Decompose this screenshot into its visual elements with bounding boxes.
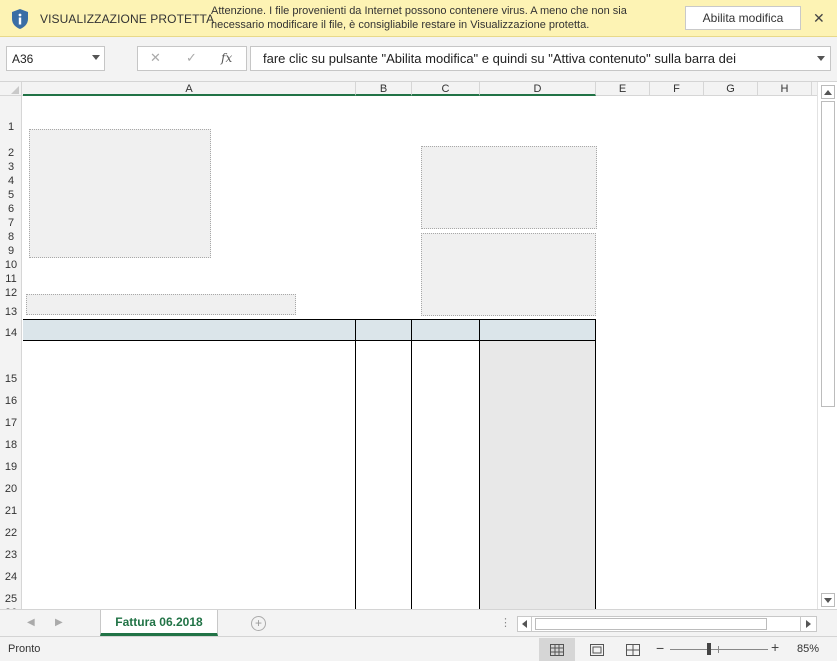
chevron-down-icon[interactable]	[92, 55, 100, 60]
invoice-info-placeholder[interactable]	[26, 294, 296, 315]
column-header-a[interactable]: A	[23, 82, 356, 96]
zoom-in-icon[interactable]: +	[771, 639, 779, 655]
column-header-h[interactable]: H	[758, 82, 812, 96]
row-header[interactable]: 12	[0, 287, 22, 299]
row-header[interactable]: 4	[0, 175, 22, 187]
table-divider	[479, 319, 480, 609]
row-header[interactable]: 17	[0, 417, 22, 429]
row-header[interactable]: 19	[0, 461, 22, 473]
column-header-d[interactable]: D	[480, 82, 596, 96]
sheet-tab-active[interactable]: Fattura 06.2018	[100, 610, 218, 636]
protected-view-message: Attenzione. I file provenienti da Intern…	[211, 5, 627, 31]
table-header-band[interactable]	[23, 319, 596, 341]
row-header[interactable]: 7	[0, 217, 22, 229]
insert-function-icon[interactable]: fx	[221, 51, 232, 65]
column-headers: A B C D E F G H	[0, 82, 817, 96]
column-header-f[interactable]: F	[650, 82, 704, 96]
row-header[interactable]: 20	[0, 483, 22, 495]
scroll-up-icon[interactable]	[821, 85, 835, 99]
name-box-value: A36	[12, 52, 34, 66]
horizontal-scrollbar[interactable]	[517, 616, 817, 632]
scroll-right-icon[interactable]	[800, 617, 816, 631]
page-layout-view-icon[interactable]	[579, 638, 615, 661]
previous-sheet-icon[interactable]: ◀	[27, 617, 35, 628]
recipient-box-placeholder[interactable]	[421, 233, 596, 316]
formula-bar: A36 ✕ ✓ fx fare clic su pulsante "Abilit…	[0, 37, 837, 82]
scroll-down-icon[interactable]	[821, 593, 835, 607]
row-header[interactable]: 8	[0, 231, 22, 243]
column-header-b[interactable]: B	[356, 82, 412, 96]
worksheet-grid[interactable]: A B C D E F G H 1 2 3 4 5 6 7 8 9 10 11 …	[0, 82, 817, 609]
row-header[interactable]: 24	[0, 571, 22, 583]
page-break-view-icon[interactable]	[615, 638, 651, 661]
column-header-e[interactable]: E	[596, 82, 650, 96]
formula-text: fare clic su pulsante "Abilita modifica"…	[263, 51, 736, 66]
row-header[interactable]: 11	[0, 273, 22, 285]
row-header[interactable]: 1	[0, 121, 22, 133]
row-headers: 1 2 3 4 5 6 7 8 9 10 11 12 13 14 15 16 1…	[0, 96, 22, 609]
tab-split-handle-icon[interactable]: ⋮	[500, 616, 511, 629]
formula-input[interactable]: fare clic su pulsante "Abilita modifica"…	[250, 46, 831, 71]
row-header[interactable]: 15	[0, 373, 22, 385]
sheet-tab-bar: ◀ ▶ Fattura 06.2018 + ⋮	[0, 609, 837, 636]
horizontal-scroll-thumb[interactable]	[535, 618, 767, 630]
zoom-slider-thumb[interactable]	[707, 643, 711, 655]
row-header[interactable]: 10	[0, 259, 22, 271]
protected-view-bar: VISUALIZZAZIONE PROTETTA Attenzione. I f…	[0, 0, 837, 37]
column-header-c[interactable]: C	[412, 82, 480, 96]
expand-formula-icon[interactable]	[817, 56, 825, 61]
enter-icon[interactable]: ✓	[186, 50, 197, 66]
logo-placeholder[interactable]	[29, 129, 211, 258]
status-text: Pronto	[8, 643, 41, 655]
vertical-scroll-thumb[interactable]	[821, 101, 835, 407]
normal-view-icon[interactable]	[539, 638, 575, 661]
shield-info-icon	[12, 9, 28, 29]
close-icon[interactable]: ✕	[813, 10, 825, 27]
formula-buttons: ✕ ✓ fx	[137, 46, 247, 71]
row-header[interactable]: 13	[0, 306, 22, 318]
cancel-icon[interactable]: ✕	[150, 50, 161, 66]
row-header[interactable]: 22	[0, 527, 22, 539]
enable-editing-button[interactable]: Abilita modifica	[685, 6, 801, 30]
row-header[interactable]: 9	[0, 245, 22, 257]
row-header[interactable]: 6	[0, 203, 22, 215]
status-bar: Pronto − + 85%	[0, 636, 837, 661]
table-divider	[595, 319, 596, 609]
zoom-out-icon[interactable]: −	[656, 640, 664, 656]
vertical-scrollbar[interactable]	[817, 82, 837, 609]
row-header[interactable]: 21	[0, 505, 22, 517]
excel-window: VISUALIZZAZIONE PROTETTA Attenzione. I f…	[0, 0, 837, 661]
protected-view-title: VISUALIZZAZIONE PROTETTA	[40, 12, 215, 26]
row-header[interactable]: 18	[0, 439, 22, 451]
zoom-slider-track[interactable]	[670, 649, 768, 650]
row-header[interactable]: 3	[0, 161, 22, 173]
table-divider	[411, 319, 412, 609]
next-sheet-icon[interactable]: ▶	[55, 617, 63, 628]
row-header[interactable]: 23	[0, 549, 22, 561]
name-box[interactable]: A36	[6, 46, 105, 71]
zoom-level[interactable]: 85%	[797, 643, 819, 655]
row-header[interactable]: 2	[0, 147, 22, 159]
zoom-slider-midmark	[718, 646, 719, 653]
row-header[interactable]: 14	[0, 327, 22, 339]
amount-column-shade[interactable]	[480, 341, 596, 609]
column-header-g[interactable]: G	[704, 82, 758, 96]
sender-box-placeholder[interactable]	[421, 146, 597, 229]
add-sheet-icon[interactable]: +	[251, 616, 266, 631]
row-header[interactable]: 16	[0, 395, 22, 407]
scroll-left-icon[interactable]	[518, 617, 532, 631]
table-divider	[355, 319, 356, 609]
row-header[interactable]: 25	[0, 593, 22, 605]
row-header[interactable]: 5	[0, 189, 22, 201]
select-all-corner[interactable]	[0, 82, 22, 96]
